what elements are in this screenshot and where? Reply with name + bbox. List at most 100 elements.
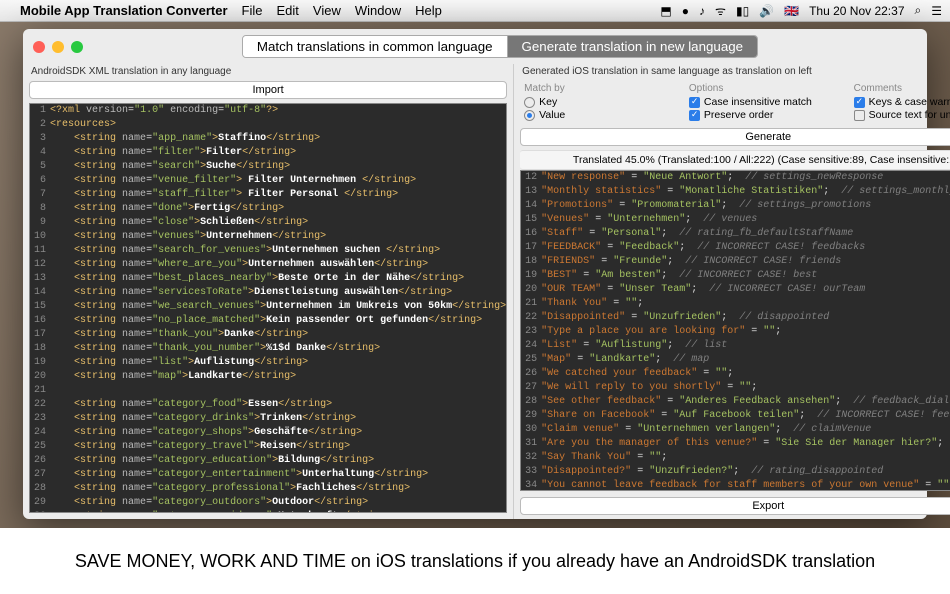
volume-icon[interactable]: 🔊	[759, 4, 774, 18]
menubar-right: ⬒ ● ♪ ᯤ ▮▯ 🔊 🇬🇧 Thu 20 Nov 22:37 ⌕ ☰	[660, 2, 942, 19]
check-source[interactable]	[854, 110, 865, 121]
export-button[interactable]: Export	[520, 497, 950, 515]
radio-key-label: Key	[539, 96, 557, 108]
code-line[interactable]: 23 <string name="category_drinks">Trinke…	[30, 412, 506, 426]
code-line[interactable]: 25"Map" = "Landkarte"; // map	[521, 353, 950, 367]
menu-help[interactable]: Help	[415, 3, 442, 18]
close-button[interactable]	[33, 41, 45, 53]
code-line[interactable]: 15 <string name="we_search_venues">Unter…	[30, 300, 506, 314]
app-name[interactable]: Mobile App Translation Converter	[20, 3, 228, 18]
code-line[interactable]: 4 <string name="filter">Filter</string>	[30, 146, 506, 160]
code-line[interactable]: 25 <string name="category_travel">Reisen…	[30, 440, 506, 454]
code-line[interactable]: 19 <string name="list">Auflistung</strin…	[30, 356, 506, 370]
maximize-button[interactable]	[71, 41, 83, 53]
list-icon[interactable]: ☰	[931, 4, 942, 18]
code-line[interactable]: 34"You cannot leave feedback for staff m…	[521, 479, 950, 491]
code-line[interactable]: 17 <string name="thank_you">Danke</strin…	[30, 328, 506, 342]
menu-window[interactable]: Window	[355, 3, 401, 18]
code-line[interactable]: 27"We will reply to you shortly" = "";	[521, 381, 950, 395]
code-line[interactable]: 26"We catched your feedback" = "";	[521, 367, 950, 381]
code-line[interactable]: 14 <string name="servicesToRate">Dienstl…	[30, 286, 506, 300]
code-line[interactable]: 21"Thank You" = "";	[521, 297, 950, 311]
status-icon[interactable]: ●	[682, 4, 689, 18]
code-line[interactable]: 30"Claim venue" = "Unternehmen verlangen…	[521, 423, 950, 437]
code-line[interactable]: 18"FRIENDS" = "Freunde"; // INCORRECT CA…	[521, 255, 950, 269]
left-header: AndroidSDK XML translation in any langua…	[23, 64, 513, 81]
code-line[interactable]: 24 <string name="category_shops">Geschäf…	[30, 426, 506, 440]
code-line[interactable]: 12 <string name="where_are_you">Unterneh…	[30, 258, 506, 272]
code-line[interactable]: 5 <string name="search">Suche</string>	[30, 160, 506, 174]
seg-generate[interactable]: Generate translation in new language	[508, 36, 758, 57]
code-line[interactable]: 13 <string name="best_places_nearby">Bes…	[30, 272, 506, 286]
bell-icon[interactable]: ♪	[699, 4, 705, 18]
code-line[interactable]: 22"Disappointed" = "Unzufrieden"; // dis…	[521, 311, 950, 325]
code-line[interactable]: 28 <string name="category_professional">…	[30, 482, 506, 496]
code-line[interactable]: 7 <string name="staff_filter"> Filter Pe…	[30, 188, 506, 202]
code-line[interactable]: 8 <string name="done">Fertig</string>	[30, 202, 506, 216]
check-preserve[interactable]	[689, 110, 700, 121]
code-line[interactable]: 6 <string name="venue_filter"> Filter Un…	[30, 174, 506, 188]
code-line[interactable]: 27 <string name="category_entertainment"…	[30, 468, 506, 482]
code-line[interactable]: 11 <string name="search_for_venues">Unte…	[30, 244, 506, 258]
import-button[interactable]: Import	[29, 81, 507, 99]
right-pane: Generated iOS translation in same langua…	[514, 64, 950, 519]
left-pane: AndroidSDK XML translation in any langua…	[23, 64, 514, 519]
menu-edit[interactable]: Edit	[277, 3, 299, 18]
search-icon[interactable]: ⌕	[915, 3, 922, 18]
code-line[interactable]: 9 <string name="close">Schließen</string…	[30, 216, 506, 230]
code-line[interactable]: 13"Monthly statistics" = "Monatliche Sta…	[521, 185, 950, 199]
code-line[interactable]: 3 <string name="app_name">Staffino</stri…	[30, 132, 506, 146]
code-line[interactable]: 15"Venues" = "Unternehmen"; // venues	[521, 213, 950, 227]
generate-button[interactable]: Generate	[520, 128, 950, 146]
radio-key[interactable]	[524, 97, 535, 108]
code-line[interactable]: 31"Are you the manager of this venue?" =…	[521, 437, 950, 451]
comments-header: Comments	[854, 83, 950, 94]
code-line[interactable]: 1<?xml version="1.0" encoding="utf-8"?>	[30, 104, 506, 118]
menu-file[interactable]: File	[242, 3, 263, 18]
code-line[interactable]: 12"New response" = "Neue Antwort"; // se…	[521, 171, 950, 185]
code-line[interactable]: 10 <string name="venues">Unternehmen</st…	[30, 230, 506, 244]
wifi-icon[interactable]: ᯤ	[715, 2, 726, 19]
code-line[interactable]: 20"OUR TEAM" = "Unser Team"; // INCORREC…	[521, 283, 950, 297]
code-line[interactable]: 19"BEST" = "Am besten"; // INCORRECT CAS…	[521, 269, 950, 283]
traffic-lights	[33, 41, 83, 53]
flag-icon[interactable]: 🇬🇧	[784, 4, 799, 18]
menu-view[interactable]: View	[313, 3, 341, 18]
code-line[interactable]: 22 <string name="category_food">Essen</s…	[30, 398, 506, 412]
code-line[interactable]: 26 <string name="category_education">Bil…	[30, 454, 506, 468]
code-line[interactable]: 30 <string name="category_residence">Unt…	[30, 510, 506, 513]
matchby-header: Match by	[524, 83, 683, 94]
code-line[interactable]: 28"See other feedback" = "Anderes Feedba…	[521, 395, 950, 409]
code-line[interactable]: 18 <string name="thank_you_number">%1$d …	[30, 342, 506, 356]
code-line[interactable]: 16 <string name="no_place_matched">Kein …	[30, 314, 506, 328]
datetime[interactable]: Thu 20 Nov 22:37	[809, 4, 904, 18]
minimize-button[interactable]	[52, 41, 64, 53]
titlebar: Match translations in common language Ge…	[23, 29, 927, 64]
dropbox-icon[interactable]: ⬒	[660, 4, 671, 18]
code-line[interactable]: 2<resources>	[30, 118, 506, 132]
seg-match[interactable]: Match translations in common language	[243, 36, 508, 57]
code-line[interactable]: 29"Share on Facebook" = "Auf Facebook te…	[521, 409, 950, 423]
code-line[interactable]: 24"List" = "Auflistung"; // list	[521, 339, 950, 353]
mode-segmented: Match translations in common language Ge…	[242, 35, 758, 58]
check-case[interactable]	[689, 97, 700, 108]
check-keys[interactable]	[854, 97, 865, 108]
right-code-editor[interactable]: 12"New response" = "Neue Antwort"; // se…	[520, 170, 950, 491]
status-text: Translated 45.0% (Translated:100 / All:2…	[520, 150, 950, 170]
code-line[interactable]: 29 <string name="category_outdoors">Outd…	[30, 496, 506, 510]
radio-value[interactable]	[524, 110, 535, 121]
menubar: Mobile App Translation Converter File Ed…	[0, 0, 950, 22]
code-line[interactable]: 16"Staff" = "Personal"; // rating_fb_def…	[521, 227, 950, 241]
battery-icon[interactable]: ▮▯	[736, 4, 749, 18]
caption: SAVE MONEY, WORK AND TIME on iOS transla…	[0, 528, 950, 594]
code-line[interactable]: 17"FEEDBACK" = "Feedback"; // INCORRECT …	[521, 241, 950, 255]
left-code-editor[interactable]: 1<?xml version="1.0" encoding="utf-8"?>2…	[29, 103, 507, 513]
code-line[interactable]: 21	[30, 384, 506, 398]
code-line[interactable]: 32"Say Thank You" = "";	[521, 451, 950, 465]
app-window: Match translations in common language Ge…	[23, 29, 927, 519]
check-preserve-label: Preserve order	[704, 109, 773, 121]
code-line[interactable]: 20 <string name="map">Landkarte</string>	[30, 370, 506, 384]
code-line[interactable]: 14"Promotions" = "Promomaterial"; // set…	[521, 199, 950, 213]
code-line[interactable]: 23"Type a place you are looking for" = "…	[521, 325, 950, 339]
code-line[interactable]: 33"Disappointed?" = "Unzufrieden?"; // r…	[521, 465, 950, 479]
